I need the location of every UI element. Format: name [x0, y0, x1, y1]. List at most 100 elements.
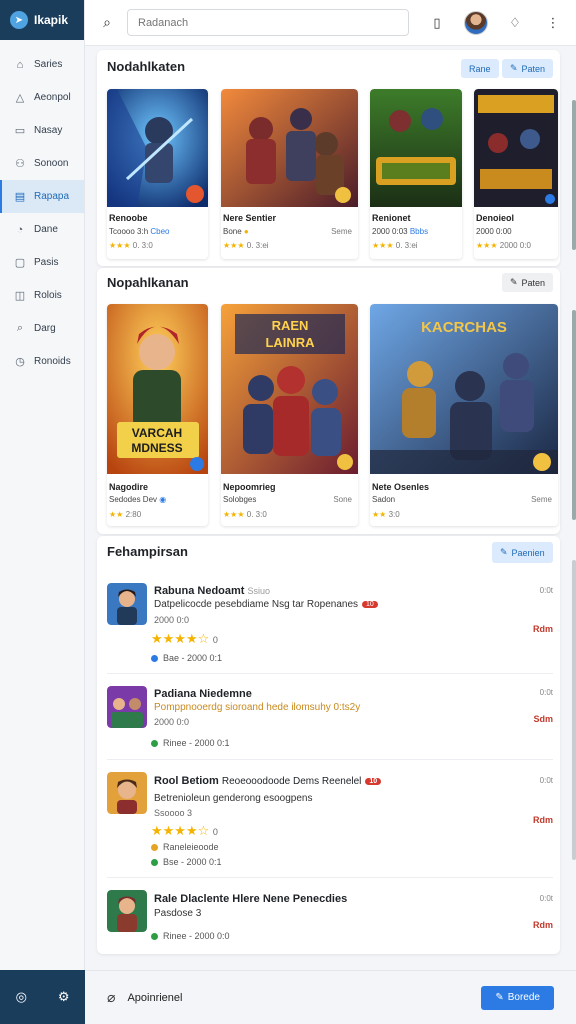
- game-subtitle: 2000 0:00: [476, 227, 512, 236]
- filter-chip-paenien[interactable]: ✎ Paenien: [492, 542, 553, 563]
- sidebar-item-label: Rapapa: [34, 191, 70, 202]
- cover-title: KACRCHAS: [421, 319, 507, 336]
- sidebar-item-5[interactable]: ◔ Dane: [0, 213, 84, 246]
- row-description: Datpelicocde pesebdiame Nsg tar Ropenane…: [154, 599, 378, 610]
- row-action[interactable]: Rdm: [533, 624, 553, 634]
- game-subtitle: Tcoooo 3:h Cbeo: [109, 227, 170, 236]
- game-card[interactable]: Renionet 2000 0:03 Bbbs ★★★ 0. 3:ei: [370, 89, 462, 259]
- row-title-extra: Ssiuo: [247, 586, 271, 596]
- bell-icon: △: [15, 92, 25, 104]
- sidebar-item-4[interactable]: ▤ Rapapa: [0, 180, 84, 213]
- list-item[interactable]: Rale Dlaclente Hlere Nene Penecdies Pasd…: [107, 880, 553, 948]
- rating-value: 0. 3:0: [246, 510, 267, 519]
- library-icon: ▤: [14, 191, 26, 203]
- rating-value: 0: [212, 635, 218, 645]
- game-card[interactable]: RAEN LAINRA Nepoomrieg Solobges Sone ★★★…: [221, 304, 358, 526]
- rating-value: 0. 3:0: [132, 241, 153, 250]
- game-card[interactable]: Nere Sentier Bone ● Seme ★★★ 0. 3:ei: [221, 89, 358, 259]
- game-rating: ★★★ 0. 3:0: [223, 510, 267, 519]
- list-item[interactable]: Rabuna Nedoamt Ssiuo Datpelicocde pesebd…: [107, 574, 553, 674]
- game-card[interactable]: VARCAH MDNESS Nagodire Sedodes Dev ◉ ★★ …: [107, 304, 208, 526]
- notification-bell-icon[interactable]: ♢: [504, 12, 526, 34]
- game-publisher: Bone: [223, 227, 242, 236]
- tablet-icon[interactable]: ▯: [426, 12, 448, 34]
- game-rating: ★★ 3:0: [372, 510, 400, 519]
- game-cover-image: KACRCHAS: [370, 304, 558, 474]
- game-meta-right: Seme: [531, 495, 552, 504]
- sidebar-item-8[interactable]: ⌕ Darg: [0, 312, 84, 345]
- game-card[interactable]: Denoieol 2000 0:00 ★★★ 2000 0:0: [474, 89, 558, 259]
- sidebar-item-7[interactable]: ◫ Rolois: [0, 279, 84, 312]
- bottom-action-button[interactable]: ✎ Borede: [481, 985, 554, 1010]
- list-item[interactable]: Padiana Niedemne Pomppnooerdg sioroand h…: [107, 676, 553, 760]
- chip-label: Paten: [521, 277, 546, 288]
- sidebar-item-label: Rolois: [34, 290, 62, 301]
- globe-icon[interactable]: ◎: [10, 986, 32, 1008]
- people-icon: ⚇: [15, 158, 25, 170]
- sidebar-item-9[interactable]: ◷ Ronoids: [0, 345, 84, 378]
- game-subtitle: Bone ●: [223, 227, 249, 236]
- more-vertical-icon[interactable]: ⋮: [542, 12, 564, 34]
- game-rating: ★★★ 0. 3:ei: [372, 241, 418, 250]
- rating-value: 2000 0:0: [499, 241, 531, 250]
- brand-header[interactable]: ➤ Ikapik: [0, 0, 84, 40]
- sidebar-item-1[interactable]: △ Aeonpol: [0, 81, 84, 114]
- sidebar-item-label: Sonoon: [34, 158, 69, 169]
- game-subtitle: 2000 0:03 Bbbs: [372, 227, 428, 236]
- stars-icon: ★★★★☆: [151, 823, 210, 838]
- sidebar: ➤ Ikapik ⌂ Saries △ Aeonpol ▭ Nasay ⚇ Sonoon…: [0, 0, 85, 1024]
- attach-icon[interactable]: ⌀: [107, 989, 115, 1006]
- clock-icon: ◷: [15, 356, 25, 368]
- settings-icon[interactable]: ⚙: [53, 986, 75, 1008]
- search-icon[interactable]: ⌕: [97, 14, 117, 31]
- sidebar-footer: ◎ ⚙: [0, 970, 85, 1024]
- avatar[interactable]: [464, 10, 488, 35]
- sidebar-item-6[interactable]: ▢ Pasis: [0, 246, 84, 279]
- game-tag: Bbbs: [409, 227, 429, 236]
- row-action[interactable]: Rdm: [533, 920, 553, 930]
- row-action[interactable]: Sdm: [533, 714, 553, 724]
- count-badge: 10: [365, 777, 382, 785]
- row-footer-text: Rinee - 2000 0:0: [163, 931, 230, 941]
- home-icon: ⌂: [16, 58, 24, 71]
- filter-chip-paten[interactable]: ✎ Paten: [502, 273, 554, 292]
- stars-icon: ★★★: [223, 510, 245, 519]
- section-title-featured: Nodahlkaten: [107, 59, 186, 74]
- game-title: Nere Sentier: [223, 213, 277, 223]
- top-actions: ▯ ♢ ⋮: [426, 10, 564, 35]
- row-stars: ★★★★☆ 0: [151, 823, 218, 839]
- row-time: 0:0t: [539, 586, 553, 595]
- row-title: Padiana Niedemne: [154, 688, 252, 700]
- game-card[interactable]: KACRCHAS Nete Osenles Sadon Seme ★★ 3:0: [370, 304, 558, 526]
- game-title: Nagodire: [109, 482, 149, 492]
- sidebar-item-2[interactable]: ▭ Nasay: [0, 114, 84, 147]
- filter-chip-rane[interactable]: Rane: [461, 59, 499, 78]
- bottom-label: Apoinrienel: [127, 991, 183, 1004]
- filter-chip-paten[interactable]: ✎ Paten: [502, 59, 554, 78]
- row-footer-text: Rinee - 2000 0:1: [163, 738, 230, 748]
- row-subfooter: Raneleieoode: [151, 842, 219, 852]
- stars-icon: ★★★: [372, 241, 394, 250]
- shield-icon: ◫: [14, 290, 26, 302]
- stars-icon: ★★★★☆: [151, 631, 210, 646]
- scroll-edge: [572, 310, 576, 520]
- sidebar-item-label: Darg: [34, 323, 56, 334]
- sidebar-item-3[interactable]: ⚇ Sonoon: [0, 147, 84, 180]
- game-publisher: Tcoooo 3:h: [109, 227, 149, 236]
- row-title: Rale Dlaclente Hlere Nene Penecdies: [154, 893, 348, 905]
- row-footer-text: Bae - 2000 0:1: [163, 653, 223, 663]
- sidebar-item-label: Nasay: [34, 125, 63, 136]
- game-cover-image: RAEN LAINRA: [221, 304, 358, 474]
- game-title: Nete Osenles: [372, 482, 430, 492]
- sidebar-item-0[interactable]: ⌂ Saries: [0, 48, 84, 81]
- logo-icon: ➤: [10, 11, 28, 29]
- row-action[interactable]: Rdm: [533, 815, 553, 825]
- game-rating: ★★★ 0. 3:0: [109, 241, 153, 250]
- search-input[interactable]: [127, 9, 409, 36]
- sidebar-item-label: Saries: [34, 59, 63, 70]
- game-publisher: Sedodes Dev: [109, 495, 158, 504]
- game-card[interactable]: Renoobe Tcoooo 3:h Cbeo ★★★ 0. 3:0: [107, 89, 208, 259]
- search-icon: ◔: [16, 223, 24, 236]
- list-item[interactable]: Rool Betiom Reoeooodoode Dems Reenelel 10…: [107, 762, 553, 878]
- row-description-text: Pomppnooerdg sioroand hede ilomsuhy 0:ts…: [154, 702, 361, 713]
